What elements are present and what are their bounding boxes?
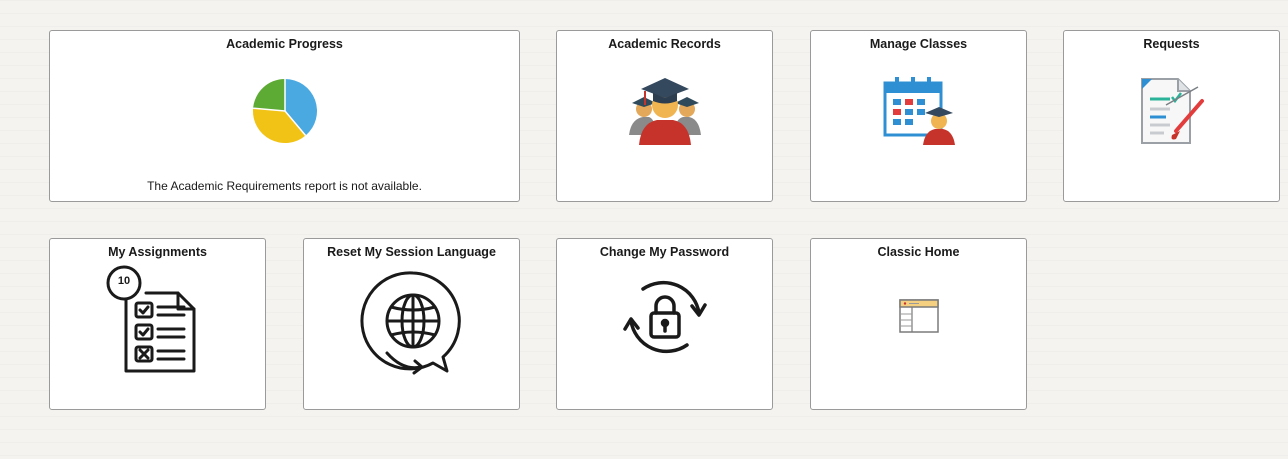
tile-title: Change My Password xyxy=(599,245,730,259)
tile-title: Manage Classes xyxy=(869,37,968,51)
tile-reset-my-session-language[interactable]: Reset My Session Language xyxy=(303,238,520,410)
graduates-icon xyxy=(627,73,703,150)
tile-title: Academic Progress xyxy=(226,37,343,51)
classic-home-icon xyxy=(899,299,939,338)
tile-change-my-password[interactable]: Change My Password xyxy=(556,238,773,410)
calendar-student-icon xyxy=(881,75,957,150)
tile-classic-home[interactable]: Classic Home xyxy=(810,238,1027,410)
assignment-count-badge: 10 xyxy=(117,275,131,287)
checklist-icon: 10 xyxy=(106,263,198,380)
tile-my-assignments[interactable]: My Assignments 10 xyxy=(49,238,266,410)
pie-chart-icon xyxy=(252,78,318,149)
tile-title: Requests xyxy=(1143,37,1200,51)
lock-refresh-icon xyxy=(623,275,707,364)
tile-title: Classic Home xyxy=(877,245,960,259)
tile-academic-progress[interactable]: Academic Progress The Academic Requireme… xyxy=(49,30,520,202)
tile-manage-classes[interactable]: Manage Classes xyxy=(810,30,1027,202)
document-edit-icon xyxy=(1136,75,1208,152)
globe-speech-icon xyxy=(359,267,467,384)
tile-message: The Academic Requirements report is not … xyxy=(147,179,422,193)
tile-academic-records[interactable]: Academic Records xyxy=(556,30,773,202)
tile-requests[interactable]: Requests xyxy=(1063,30,1280,202)
tile-title: My Assignments xyxy=(108,245,207,259)
tile-title: Academic Records xyxy=(608,37,721,51)
homepage-grid: Academic Progress The Academic Requireme… xyxy=(0,0,1288,459)
tile-title: Reset My Session Language xyxy=(327,245,496,259)
